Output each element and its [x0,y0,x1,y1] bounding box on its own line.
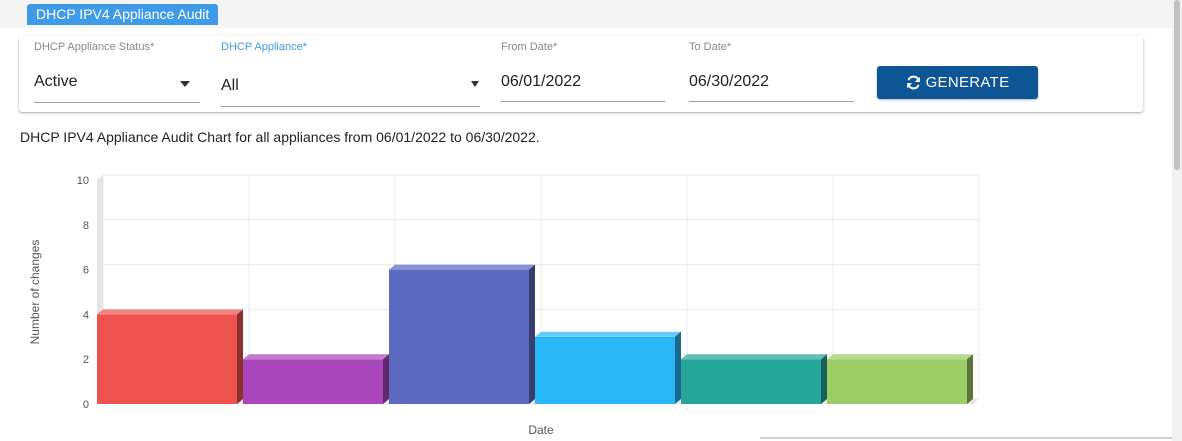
from-date-value[interactable]: 06/01/2022 [501,73,581,91]
vertical-scrollbar[interactable] [1172,0,1182,441]
from-date-underline [501,101,665,102]
bar-side-1 [383,354,389,404]
y-tick-label-4: 8 [83,220,89,232]
y-tick-label-2: 4 [83,309,89,321]
from-date-field[interactable]: From Date* 06/01/2022 [501,36,665,106]
bar-side-4 [821,354,827,404]
bar-0 [97,314,237,404]
appliance-label: DHCP Appliance* [221,41,308,53]
bar-4 [681,359,821,404]
generate-button[interactable]: GENERATE [877,66,1038,99]
appliance-select[interactable]: DHCP Appliance* All [221,36,480,107]
to-date-underline [689,101,854,102]
generate-label: GENERATE [925,74,1010,91]
to-date-value[interactable]: 06/30/2022 [689,73,769,91]
to-date-label: To Date* [689,41,732,53]
audit-bar-chart: 0 2 4 6 8 10 Date Number of changes [28,174,980,437]
to-date-field[interactable]: To Date* 06/30/2022 [689,36,854,106]
bar-1 [243,359,383,404]
y-tick-label-0: 0 [83,399,89,411]
bar-2 [389,269,529,404]
bar-top-1 [243,354,389,360]
bar-top-5 [827,354,973,360]
chevron-down-icon[interactable] [180,81,190,87]
header-bar: DHCP IPV4 Appliance Audit [0,0,1172,28]
bar-side-3 [675,331,681,404]
filter-panel: DHCP Appliance Status* Active DHCP Appli… [19,36,1143,112]
bar-top-4 [681,354,827,360]
bar-top-2 [389,264,535,270]
y-tick-label-1: 2 [83,354,89,366]
y-tick-label-3: 6 [83,265,89,277]
appliance-value[interactable]: All [221,77,239,95]
status-label: DHCP Appliance Status* [34,41,155,53]
chart-caption: DHCP IPV4 Appliance Audit Chart for all … [20,129,540,145]
bar-3 [535,336,675,404]
page-title: DHCP IPV4 Appliance Audit [27,4,219,25]
y-axis-title: Number of changes [28,240,42,345]
status-select[interactable]: DHCP Appliance Status* Active [34,36,200,106]
bar-top-3 [535,331,681,337]
bar-side-0 [237,309,243,404]
bar-side-5 [967,354,973,404]
status-underline [34,102,200,103]
scrollbar-thumb[interactable] [1174,0,1180,170]
refresh-icon [906,75,920,90]
bar-5 [827,359,967,404]
chevron-down-icon[interactable] [471,81,479,87]
status-value[interactable]: Active [34,73,78,91]
appliance-underline [221,106,480,107]
bar-side-2 [529,264,535,404]
from-date-label: From Date* [501,41,558,53]
panel-edge [760,437,1172,439]
y-tick-label-5: 10 [77,175,89,187]
x-axis-title: Date [528,423,554,437]
bar-top-0 [97,309,243,315]
